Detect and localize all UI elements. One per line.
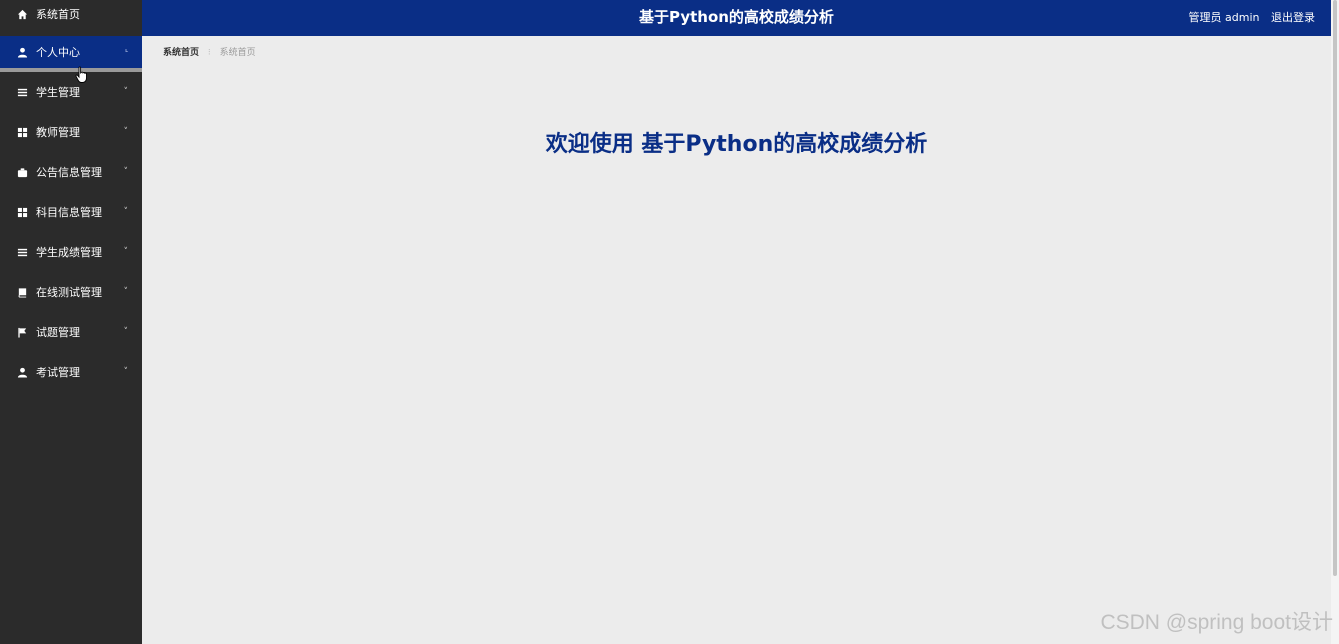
- sidebar-item-online-test-management[interactable]: 在线测试管理 ˅: [0, 272, 142, 312]
- user-icon: [16, 46, 28, 58]
- sidebar: 系统首页 个人中心 ᴸ 学生管理 ˅ 教师管理 ˅ 公告信息管理 ˅ 科目信息管…: [0, 0, 142, 644]
- home-icon: [16, 8, 28, 20]
- chevron-down-icon: ˅: [123, 367, 129, 377]
- sidebar-item-label: 系统首页: [36, 8, 80, 21]
- chevron-down-icon: ˅: [123, 207, 129, 217]
- sidebar-item-question-management[interactable]: 试题管理 ˅: [0, 312, 142, 352]
- sidebar-item-student-management[interactable]: 学生管理 ˅: [0, 72, 142, 112]
- briefcase-icon: [16, 166, 28, 178]
- breadcrumb-current: 系统首页: [219, 48, 256, 58]
- chevron-down-icon: ˅: [123, 87, 129, 97]
- breadcrumb-root[interactable]: 系统首页: [163, 48, 199, 58]
- chevron-down-icon: ˅: [123, 167, 129, 177]
- sidebar-item-label: 在线测试管理: [36, 286, 102, 299]
- sidebar-item-teacher-management[interactable]: 教师管理 ˅: [0, 112, 142, 152]
- sidebar-item-personal-center[interactable]: 个人中心 ᴸ: [0, 36, 142, 72]
- flag-icon: [16, 326, 28, 338]
- chevron-icon: ᴸ: [125, 47, 128, 57]
- sidebar-item-label: 学生管理: [36, 86, 80, 99]
- list-icon: [16, 246, 28, 258]
- grid-icon: [16, 206, 28, 218]
- breadcrumb-separator: ⁝: [207, 48, 211, 58]
- grid-icon: [16, 126, 28, 138]
- app-window: 系统首页 个人中心 ᴸ 学生管理 ˅ 教师管理 ˅ 公告信息管理 ˅ 科目信息管…: [0, 0, 1339, 644]
- sidebar-item-notice-management[interactable]: 公告信息管理 ˅: [0, 152, 142, 192]
- hand-cursor-icon: [75, 66, 89, 84]
- top-header: 基于Python的高校成绩分析 管理员 admin 退出登录: [142, 0, 1331, 36]
- user-name: 管理员 admin: [1188, 11, 1260, 24]
- user-area: 管理员 admin 退出登录: [1181, 9, 1315, 25]
- sidebar-item-score-management[interactable]: 学生成绩管理 ˅: [0, 232, 142, 272]
- scrollbar-thumb[interactable]: [1333, 0, 1337, 576]
- sidebar-item-label: 个人中心: [36, 46, 80, 59]
- chevron-down-icon: ˅: [123, 287, 129, 297]
- sidebar-item-home[interactable]: 系统首页: [0, 0, 142, 28]
- sidebar-item-exam-management[interactable]: 考试管理 ˅: [0, 352, 142, 392]
- sidebar-item-label: 教师管理: [36, 126, 80, 139]
- page-scrollbar[interactable]: [1331, 0, 1339, 644]
- sidebar-item-label: 公告信息管理: [36, 166, 102, 179]
- sidebar-item-label: 考试管理: [36, 366, 80, 379]
- breadcrumb: 系统首页 ⁝ 系统首页: [163, 45, 256, 58]
- sidebar-item-subject-management[interactable]: 科目信息管理 ˅: [0, 192, 142, 232]
- watermark: CSDN @spring boot设计: [1100, 611, 1333, 634]
- main-content: 系统首页 ⁝ 系统首页 欢迎使用 基于Python的高校成绩分析: [142, 36, 1331, 644]
- page-title: 基于Python的高校成绩分析: [639, 8, 834, 26]
- user-icon: [16, 366, 28, 378]
- chevron-down-icon: ˅: [123, 247, 129, 257]
- chevron-down-icon: ˅: [123, 127, 129, 137]
- chevron-down-icon: ˅: [123, 327, 129, 337]
- list-icon: [16, 86, 28, 98]
- book-icon: [16, 286, 28, 298]
- welcome-heading: 欢迎使用 基于Python的高校成绩分析: [545, 132, 928, 157]
- sidebar-item-label: 学生成绩管理: [36, 246, 102, 259]
- sidebar-item-label: 试题管理: [36, 326, 80, 339]
- sidebar-item-label: 科目信息管理: [36, 206, 102, 219]
- logout-link[interactable]: 退出登录: [1271, 11, 1315, 24]
